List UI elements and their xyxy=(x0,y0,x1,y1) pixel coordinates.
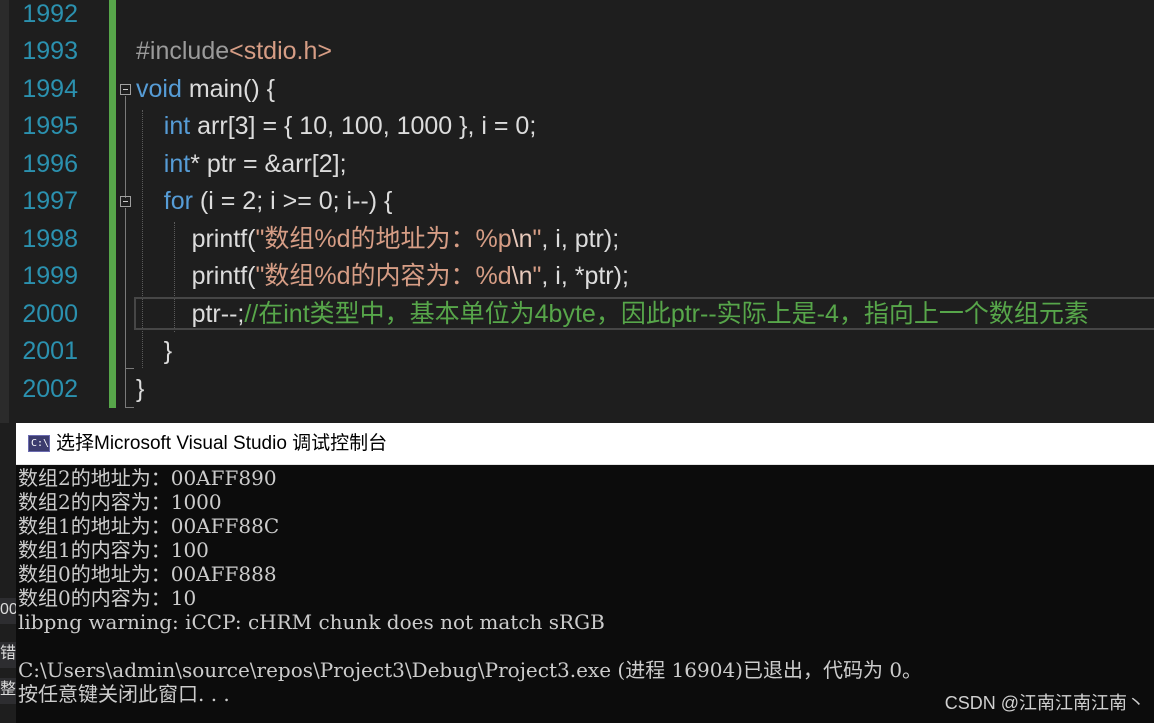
line-number: 2001 xyxy=(22,337,78,365)
console-line: 数组1的地址为：00AFF88C xyxy=(18,514,280,538)
code-text: #include<stdio.h> xyxy=(136,37,332,65)
code-line: 2002 } xyxy=(0,371,1154,408)
line-number: 1999 xyxy=(22,262,78,290)
code-text: ptr--;//在int类型中，基本单位为4byte，因此ptr--实际上是-4… xyxy=(191,300,1089,328)
side-panel-fragment: 错误 xyxy=(0,642,16,668)
console-line: 数组0的地址为：00AFF888 xyxy=(18,562,277,586)
code-line: 1998 printf("数组%d的地址为：%p\n", i, ptr); xyxy=(0,221,1154,258)
code-line: 1992 xyxy=(0,0,1154,33)
code-line: 1994 void main() { xyxy=(0,71,1154,108)
line-number: 2002 xyxy=(22,375,78,403)
code-line: 2001 } xyxy=(0,333,1154,370)
code-text: void main() { xyxy=(136,75,275,103)
console-line: 数组1的内容为：100 xyxy=(18,538,209,562)
side-panel-fragment: 00 xyxy=(0,598,16,624)
code-text: } xyxy=(163,337,173,365)
console-line: 数组2的地址为：00AFF890 xyxy=(18,466,277,490)
code-line: 1993 #include<stdio.h> xyxy=(0,33,1154,70)
console-app-icon: C:\ xyxy=(28,435,50,452)
code-line: 2000 ptr--;//在int类型中，基本单位为4byte，因此ptr--实… xyxy=(0,296,1154,333)
line-number: 1995 xyxy=(22,112,78,140)
console-line: 按任意键关闭此窗口. . . xyxy=(18,682,230,706)
code-text: int arr[3] = { 10, 100, 1000 }, i = 0; xyxy=(163,112,537,140)
code-text: } xyxy=(136,375,145,403)
code-line: 1996 int* ptr = &arr[2]; xyxy=(0,146,1154,183)
line-number: 1993 xyxy=(22,37,78,65)
debug-console-window[interactable]: C:\ 选择Microsoft Visual Studio 调试控制台 数组2的… xyxy=(16,423,1154,723)
console-line: 数组0的内容为：10 xyxy=(18,586,197,610)
code-line: 1995 int arr[3] = { 10, 100, 1000 }, i =… xyxy=(0,108,1154,145)
line-number: 1996 xyxy=(22,150,78,178)
console-line: 数组2的内容为：1000 xyxy=(18,490,222,514)
code-text: for (i = 2; i >= 0; i--) { xyxy=(163,187,393,215)
line-number: 1998 xyxy=(22,225,78,253)
line-number: 2000 xyxy=(22,300,78,328)
code-editor[interactable]: 1992 1993 #include<stdio.h> 1994 void ma… xyxy=(0,0,1154,423)
line-number: 1997 xyxy=(22,187,78,215)
console-title: 选择Microsoft Visual Studio 调试控制台 xyxy=(56,433,388,454)
code-text: printf("数组%d的地址为：%p\n", i, ptr); xyxy=(191,225,620,253)
code-text: printf("数组%d的内容为：%d\n", i, *ptr); xyxy=(191,262,629,290)
code-text: int* ptr = &arr[2]; xyxy=(163,150,347,178)
side-panel-fragment: 整 xyxy=(0,678,16,704)
code-line: 1999 printf("数组%d的内容为：%d\n", i, *ptr); xyxy=(0,258,1154,295)
console-line: libpng warning: iCCP: cHRM chunk does no… xyxy=(18,610,605,634)
watermark: CSDN @江南江南江南丶 xyxy=(944,693,1145,713)
console-title-bar[interactable]: C:\ 选择Microsoft Visual Studio 调试控制台 xyxy=(16,423,1154,465)
line-number: 1994 xyxy=(22,75,78,103)
code-line: 1997 for (i = 2; i >= 0; i--) { xyxy=(0,183,1154,220)
console-line: C:\Users\admin\source\repos\Project3\Deb… xyxy=(18,658,923,682)
line-number: 1992 xyxy=(22,0,78,28)
